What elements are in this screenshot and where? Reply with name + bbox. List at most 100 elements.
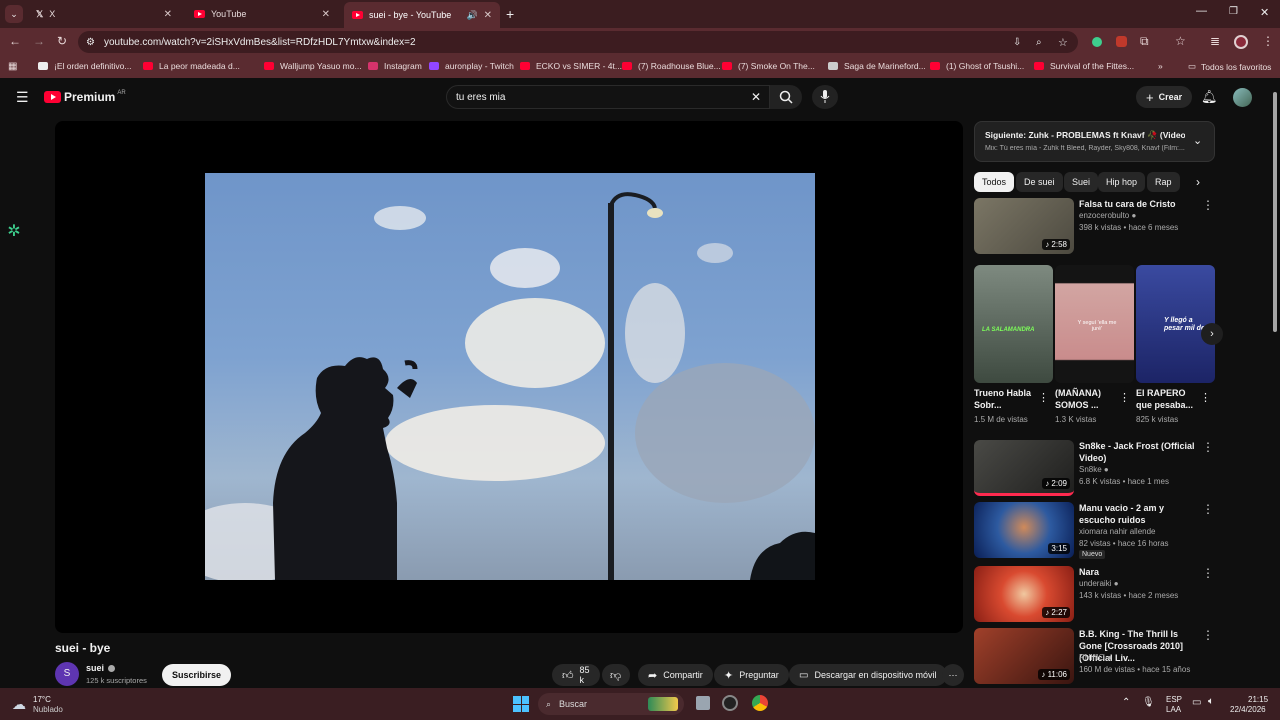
close-window-button[interactable]: ✕ (1260, 6, 1269, 19)
tab-search-icon[interactable]: ⌄ (5, 5, 23, 23)
bookmark-item[interactable]: ¡El orden definitivo... (38, 61, 131, 71)
zoom-icon[interactable]: ⌕ (1036, 37, 1042, 48)
language-code[interactable]: ESP (1166, 695, 1182, 704)
download-button[interactable]: ▭ Descargar en dispositivo móvil (789, 664, 947, 686)
media-controls-icon[interactable]: ≣ (1210, 34, 1220, 48)
forward-icon[interactable]: → (33, 34, 45, 48)
channel-name[interactable]: suei (86, 663, 116, 673)
favorites-icon[interactable]: ☆ (1175, 34, 1186, 48)
short-thumbnail[interactable]: Y seguí 'ella me juré' (1055, 265, 1134, 383)
keyboard-layout[interactable]: LAA (1166, 705, 1181, 714)
bookmark-item[interactable]: La peor madeada d... (143, 61, 240, 71)
bookmark-item[interactable]: (7) Roadhouse Blue... (622, 61, 721, 71)
page-scrollbar[interactable] (1270, 78, 1280, 688)
notifications-bell-icon[interactable]: 🔔︎ (1201, 89, 1218, 105)
address-bar[interactable]: ⚙ youtube.com/watch?v=2iSHxVdmBes&list=R… (78, 31, 1078, 53)
tab-youtube[interactable]: YouTube ✕ (186, 4, 338, 24)
account-avatar[interactable] (1233, 88, 1252, 107)
scrollbar-thumb[interactable] (1273, 92, 1277, 332)
cloud-weather-icon[interactable]: ☁ (12, 696, 26, 713)
back-icon[interactable]: ← (9, 34, 21, 48)
weather-temp[interactable]: 17°C (33, 695, 51, 704)
apps-icon[interactable]: ▦ (8, 61, 17, 72)
recommendation-item[interactable]: 3:15 Manu vacio - 2 am y escucho ruidos … (974, 502, 1214, 562)
extension-green-icon[interactable] (1092, 37, 1102, 47)
short-item[interactable]: LA SALAMANDRA Trueno Habla Sobr... 1.5 M… (974, 265, 1053, 424)
bookmark-star-icon[interactable]: ☆ (1058, 36, 1068, 49)
ask-button[interactable]: ✦ Preguntar (714, 664, 789, 686)
taskbar-search[interactable]: ⌕ Buscar (538, 693, 684, 715)
voice-search-button[interactable] (812, 85, 838, 109)
more-vert-icon[interactable]: ⋮ (1202, 198, 1214, 212)
bookmark-item[interactable]: (7) Smoke On The... (722, 61, 815, 71)
tab-suei-bye[interactable]: suei - bye - YouTube 🔊 ✕ (344, 2, 500, 28)
extensions-icon[interactable]: ⧉ (1140, 34, 1149, 49)
microphone-tray-icon[interactable]: 🎙︎ (1142, 697, 1155, 708)
more-bookmarks-icon[interactable]: » (1158, 61, 1163, 71)
chrome-icon[interactable] (752, 695, 768, 711)
show-hidden-icons[interactable]: ⌃ (1122, 697, 1130, 708)
site-info-icon[interactable]: ⚙ (86, 37, 95, 48)
chip-hip-hop[interactable]: Hip hop (1098, 172, 1146, 192)
chatgpt-sidebar-icon[interactable]: ✲ (5, 223, 23, 241)
search-button[interactable] (770, 85, 802, 109)
recommendation-item[interactable]: ♪ 2:58 Falsa tu cara de Cristo enzocerob… (974, 198, 1214, 256)
profile-avatar[interactable] (1234, 35, 1248, 49)
channel-avatar[interactable]: S (55, 662, 79, 686)
all-bookmarks-folder[interactable]: ▭ Todos los favoritos (1188, 61, 1271, 72)
new-tab-button[interactable]: + (506, 6, 514, 22)
like-button[interactable]: 👍︎ 85 k (552, 664, 600, 686)
video-player[interactable] (55, 121, 963, 633)
bookmark-item[interactable]: Walljump Yasuo mo... (264, 61, 362, 71)
chip-rap[interactable]: Rap (1147, 172, 1180, 192)
share-button[interactable]: ➦ Compartir (638, 664, 713, 686)
video-thumbnail[interactable]: 3:15 (974, 502, 1074, 558)
close-tab-icon[interactable]: ✕ (484, 10, 492, 21)
recommendation-item[interactable]: ♪ 11:06 B.B. King - The Thrill Is Gone [… (974, 628, 1214, 686)
close-tab-icon[interactable]: ✕ (322, 9, 330, 20)
more-vert-icon[interactable]: ⋮ (1038, 391, 1049, 404)
video-thumbnail[interactable]: ♪ 2:09 (974, 440, 1074, 496)
video-frame[interactable] (205, 173, 815, 580)
more-vert-icon[interactable]: ⋮ (1202, 440, 1214, 454)
more-vert-icon[interactable]: ⋮ (1202, 502, 1214, 516)
volume-icon[interactable]: 🔈︎ (1208, 696, 1214, 707)
chip-todos[interactable]: Todos (974, 172, 1015, 192)
install-app-icon[interactable]: ⇩ (1013, 37, 1021, 48)
recommendation-item[interactable]: ♪ 2:09 Sn8ke - Jack Frost (Official Vide… (974, 440, 1214, 498)
bookmark-item[interactable]: (1) Ghost of Tsushi... (930, 61, 1024, 71)
clock-time[interactable]: 21:15 (1248, 695, 1268, 704)
short-thumbnail[interactable]: LA SALAMANDRA (974, 265, 1053, 383)
search-input[interactable]: tu eres mia ✕ (446, 85, 770, 109)
shorts-next-button[interactable]: › (1201, 323, 1223, 345)
subscribe-button[interactable]: Suscribirse (162, 664, 232, 686)
more-vert-icon[interactable]: ⋮ (1119, 391, 1130, 404)
bookmark-item[interactable]: Survival of the Fittes... (1034, 61, 1134, 71)
extension-red-icon[interactable] (1116, 36, 1127, 47)
chip-suei[interactable]: Suei (1064, 172, 1099, 192)
bookmark-item[interactable]: ECKO vs SIMER - 4t... (520, 61, 622, 71)
network-icon[interactable]: ▭ (1192, 697, 1201, 708)
up-next-panel[interactable]: Siguiente: Zuhk - PROBLEMAS ft Knavf 🥀 (… (974, 121, 1215, 162)
audio-playing-icon[interactable]: 🔊 (467, 10, 478, 21)
app-icon[interactable] (722, 695, 738, 711)
youtube-logo[interactable]: Premium AR (44, 90, 126, 104)
chip-de-suei[interactable]: De suei (1016, 172, 1063, 192)
more-vert-icon[interactable]: ⋮ (1200, 391, 1211, 404)
start-button[interactable] (513, 696, 529, 712)
restore-button[interactable]: ❐ (1229, 6, 1238, 17)
chips-next-icon[interactable]: › (1196, 175, 1200, 189)
video-thumbnail[interactable]: ♪ 2:58 (974, 198, 1074, 254)
bookmark-item[interactable]: auronplay - Twitch (429, 61, 514, 71)
dislike-button[interactable]: 👎︎ (602, 664, 630, 686)
minimize-button[interactable]: — (1196, 5, 1207, 17)
menu-icon[interactable]: ⋮ (1262, 34, 1274, 48)
reload-icon[interactable]: ↻ (57, 34, 67, 48)
clear-search-icon[interactable]: ✕ (751, 90, 761, 104)
bookmark-item[interactable]: Instagram (368, 61, 422, 71)
chevron-down-icon[interactable]: ⌄ (1193, 134, 1202, 147)
hamburger-menu-icon[interactable]: ☰ (16, 89, 29, 106)
video-thumbnail[interactable]: ♪ 2:27 (974, 566, 1074, 622)
file-explorer-icon[interactable] (696, 696, 710, 710)
recommendation-item[interactable]: ♪ 2:27 Nara underaiki ● 143 k vistas • h… (974, 566, 1214, 624)
